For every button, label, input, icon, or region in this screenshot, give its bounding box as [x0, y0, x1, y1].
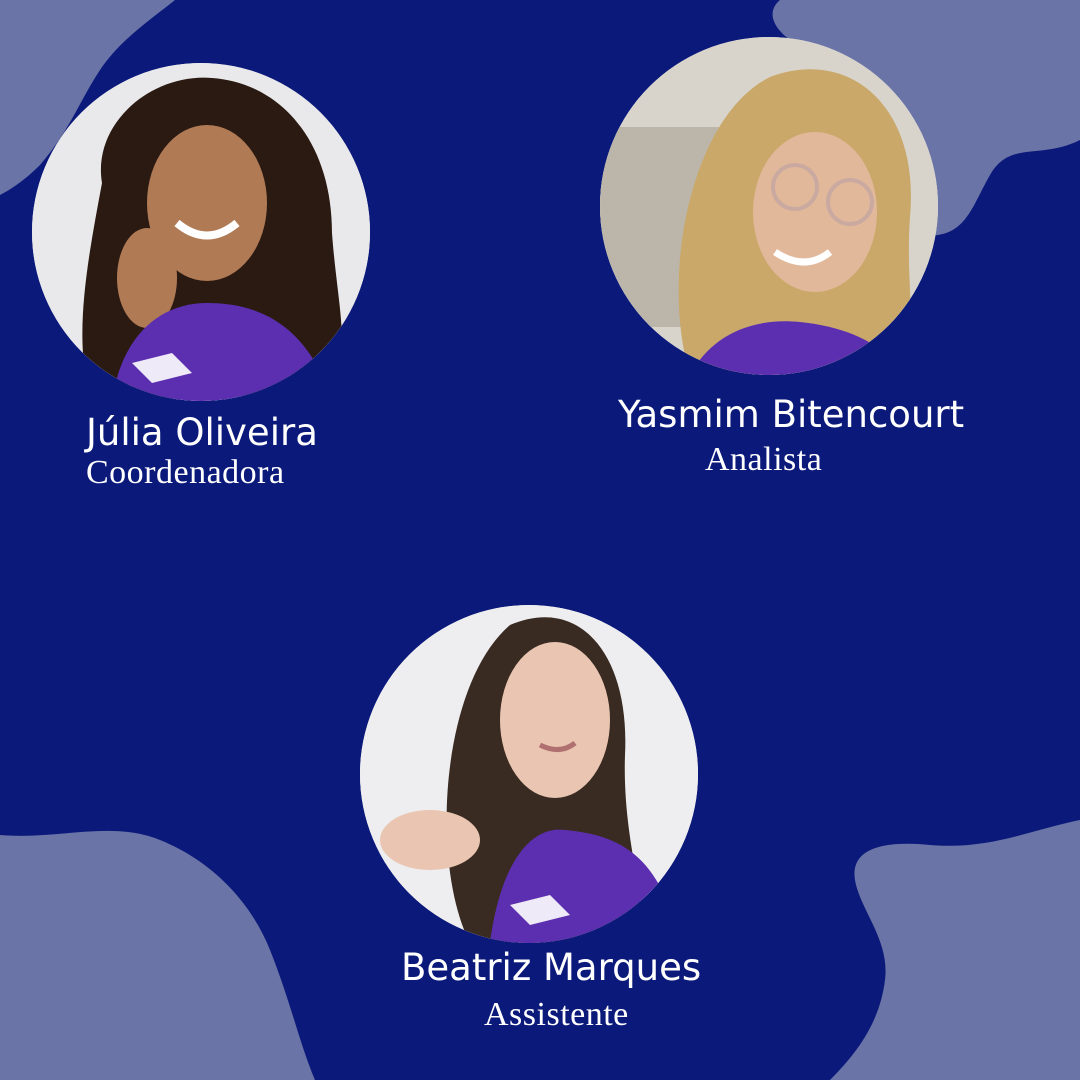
member-name: Júlia Oliveira	[86, 411, 318, 454]
member-role: Coordenadora	[86, 454, 285, 491]
member-name: Yasmim Bitencourt	[618, 393, 965, 436]
member-role: Analista	[705, 441, 823, 478]
portrait-beatriz	[360, 605, 698, 943]
avatar	[600, 37, 938, 375]
member-name: Beatriz Marques	[401, 946, 702, 989]
avatar	[360, 605, 698, 943]
blob-bottom-left	[0, 830, 315, 1080]
team-card: Júlia Oliveira Coordenadora Yasmim Biten…	[0, 0, 1080, 1080]
portrait-julia	[32, 63, 370, 401]
avatar	[32, 63, 370, 401]
blob-bottom-right	[830, 820, 1080, 1080]
member-role: Assistente	[484, 996, 629, 1033]
portrait-yasmim	[600, 37, 938, 375]
